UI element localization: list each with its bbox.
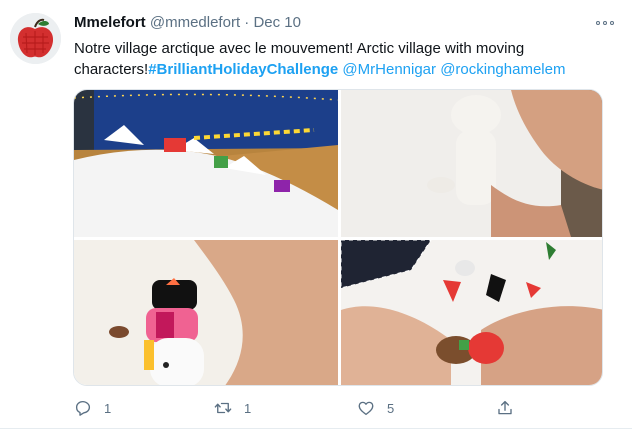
like-button[interactable]: 5	[357, 396, 394, 420]
reply-icon	[75, 400, 91, 416]
reply-button[interactable]: 1	[74, 396, 111, 420]
tweet-card[interactable]: Mmelefort @mmedlefort · Dec 10 Notre vil…	[0, 0, 632, 429]
avatar[interactable]	[10, 13, 61, 64]
reply-count: 1	[104, 400, 112, 416]
separator-dot: ·	[244, 14, 250, 31]
like-icon	[358, 401, 374, 416]
photo-clay-pieces[interactable]	[341, 240, 602, 385]
mention-link-1[interactable]: @MrHennigar	[342, 61, 436, 78]
retweet-button[interactable]: 1	[214, 396, 251, 420]
action-bar: 1 1 5	[74, 396, 544, 420]
tweet-date[interactable]: Dec 10	[253, 14, 301, 31]
retweet-icon	[214, 402, 232, 414]
user-handle[interactable]: @mmedlefort	[150, 14, 240, 31]
photo-clay-bear[interactable]	[341, 90, 602, 237]
mention-link-2[interactable]: @rockinghamelem	[440, 61, 565, 78]
apple-avatar-image	[10, 13, 61, 64]
media-grid	[73, 89, 603, 386]
photo-clay-snowman[interactable]	[74, 240, 338, 385]
retweet-count: 1	[244, 400, 252, 416]
share-icon	[498, 400, 512, 415]
display-name[interactable]: Mmelefort	[74, 14, 146, 31]
share-button[interactable]	[496, 396, 514, 420]
photo-arctic-village[interactable]	[74, 90, 338, 237]
hashtag-link[interactable]: #BrilliantHolidayChallenge	[148, 61, 338, 78]
like-count: 5	[387, 400, 395, 416]
tweet-text: Notre village arctique avec le mouvement…	[74, 38, 604, 80]
tweet-header: Mmelefort @mmedlefort · Dec 10	[74, 13, 301, 33]
more-icon[interactable]	[596, 18, 614, 28]
